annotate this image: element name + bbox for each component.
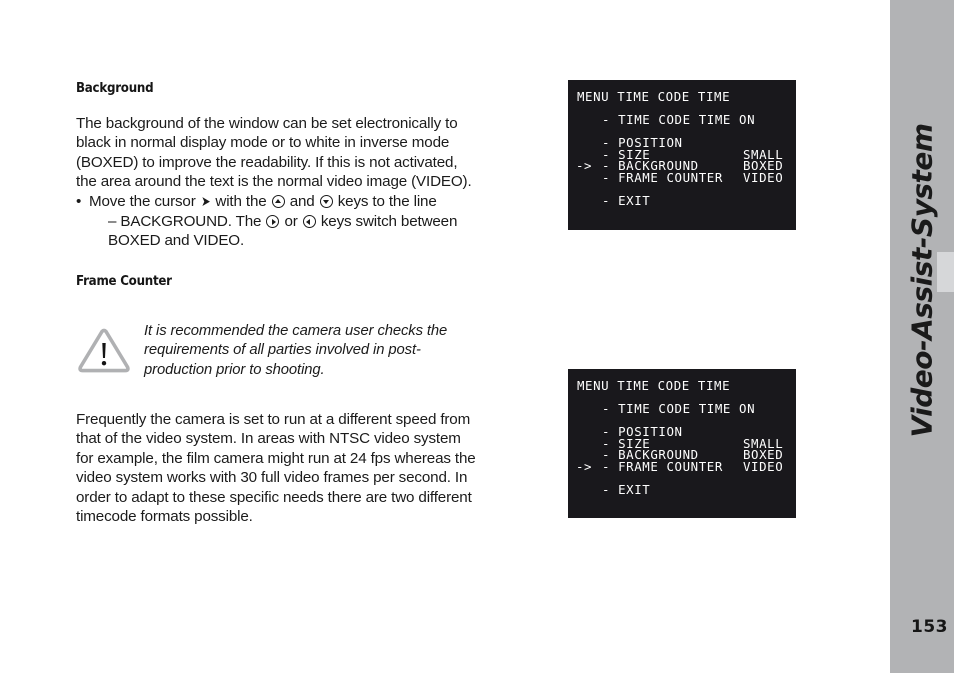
bullet-text-5: – BACKGROUND. The <box>108 213 262 231</box>
bullet-continuation: – BACKGROUND. The or keys switch between… <box>89 212 476 251</box>
page-title: Background <box>76 80 154 96</box>
note-text: It is recommended the camera user checks… <box>144 323 448 378</box>
list-item: • Move the cursor ➤ with the and keys to… <box>76 192 476 251</box>
sidebar: Video-Assist-System 153 <box>890 0 954 673</box>
down-arrow-key-icon <box>319 194 333 208</box>
bullet-text-2: with the <box>215 192 267 210</box>
note-block: It is recommended the camera user checks… <box>76 322 476 380</box>
warning-triangle-icon <box>76 326 132 376</box>
menu-cursor-icon: -> <box>576 458 593 474</box>
background-paragraph: The background of the window can be set … <box>76 115 472 191</box>
bullet-text-4: keys to the line <box>337 192 437 210</box>
menu-item-label: - FRAME COUNTER <box>602 169 723 185</box>
menu-cursor-icon: -> <box>576 158 593 173</box>
menu-item-value: VIDEO <box>743 169 784 185</box>
bullet-body: Move the cursor ➤ with the and keys to t… <box>89 192 476 251</box>
menu-item[interactable]: - TIME CODE TIME ON <box>568 114 796 126</box>
menu-title: MENU TIME CODE TIME <box>577 89 731 104</box>
up-arrow-key-icon <box>271 194 285 208</box>
menu-item[interactable]: -> - FRAME COUNTER VIDEO <box>568 458 796 474</box>
menu-item[interactable]: - EXIT <box>568 481 796 497</box>
menu-item[interactable]: - TIME CODE TIME ON <box>568 403 796 415</box>
bullet-text-6: or <box>284 213 298 231</box>
menu-item-label: - FRAME COUNTER <box>602 458 723 474</box>
bullet-text-1: Move the cursor <box>89 192 196 210</box>
menu-item[interactable]: - EXIT <box>568 192 796 208</box>
frame-counter-paragraph: Frequently the camera is set to run at a… <box>76 411 476 526</box>
bullet-text-3: and <box>289 192 315 210</box>
menu-item-label: - EXIT <box>602 192 651 208</box>
frame-counter-section: Frequently the camera is set to run at a… <box>76 410 476 526</box>
menu-item-label: - TIME CODE TIME ON <box>602 112 756 127</box>
menu-rows: - TIME CODE TIME ON - POSITION - SIZE SMALL… <box>568 114 796 206</box>
menu-title: MENU TIME CODE TIME <box>577 378 731 393</box>
bullet-dot: • <box>76 192 82 210</box>
sidebar-tab-marker[interactable] <box>937 252 954 292</box>
left-arrow-key-icon <box>302 215 316 229</box>
menu-item[interactable]: - FRAME COUNTER VIDEO <box>568 169 796 185</box>
frame-counter-heading: Frame Counter <box>76 272 172 289</box>
menu-rows: - TIME CODE TIME ON - POSITION - SIZE SMALL… <box>568 403 796 495</box>
menu-item-value: VIDEO <box>743 458 784 474</box>
background-section: Background The background of the window … <box>76 80 476 289</box>
menu-item-label: - TIME CODE TIME ON <box>602 401 756 416</box>
page-number: 153 <box>911 617 948 637</box>
cursor-arrow-icon: ➤ <box>200 193 211 210</box>
right-arrow-key-icon <box>266 215 280 229</box>
menu-screen-background: MENU TIME CODE TIME - TIME CODE TIME ON -… <box>568 80 796 230</box>
menu-item-label: - EXIT <box>602 481 651 497</box>
menu-screen-frame-counter: MENU TIME CODE TIME - TIME CODE TIME ON -… <box>568 369 796 518</box>
sidebar-title-label: Video-Assist-System <box>905 122 939 438</box>
